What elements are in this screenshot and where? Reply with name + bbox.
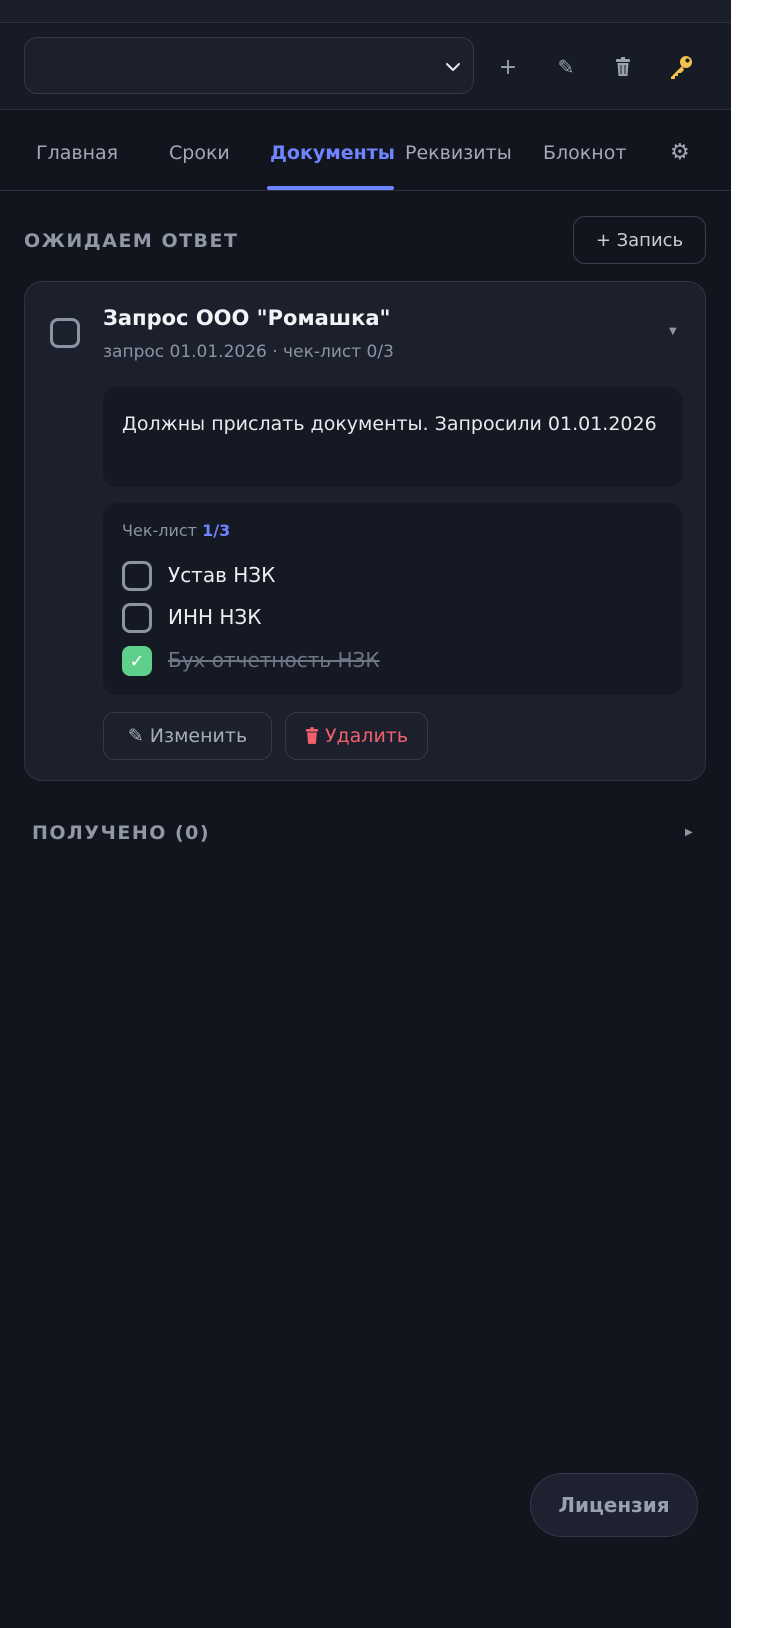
- checklist-item-label: ИНН НЗК: [168, 605, 262, 629]
- license-button[interactable]: Лицензия: [530, 1473, 698, 1537]
- delete-button[interactable]: Удалить: [285, 712, 428, 760]
- pencil-icon[interactable]: ✎: [552, 53, 580, 81]
- tab-main[interactable]: Главная: [36, 142, 118, 164]
- received-section-title[interactable]: ПОЛУЧЕНО (0): [32, 822, 210, 844]
- entity-select[interactable]: [24, 37, 474, 94]
- collapse-caret-icon[interactable]: ▼: [669, 326, 677, 337]
- toolbar: + ✎: [0, 23, 731, 110]
- scrollbar[interactable]: [731, 0, 758, 1628]
- checklist-label: Чек-лист: [122, 521, 197, 540]
- request-card: Запрос ООО "Ромашка" запрос 01.01.2026 ·…: [24, 281, 706, 781]
- app-window: + ✎ Главная Сроки Документы Реквизиты Бл…: [0, 0, 731, 1628]
- add-record-button[interactable]: + Запись: [573, 216, 706, 264]
- expand-caret-icon[interactable]: ▶: [685, 827, 693, 838]
- edit-button-label: Изменить: [149, 725, 248, 747]
- checklist-item-label: Устав НЗК: [168, 563, 276, 587]
- tab-documents[interactable]: Документы: [270, 142, 395, 164]
- pencil-icon: ✎: [127, 725, 144, 747]
- checklist-item-checkbox-checked[interactable]: ✓: [122, 646, 152, 676]
- delete-button-label: Удалить: [324, 725, 409, 747]
- request-note: Должны прислать документы. Запросили 01.…: [103, 387, 683, 487]
- checklist-header: Чек-лист 1/3: [122, 521, 230, 540]
- awaiting-section-title: ОЖИДАЕМ ОТВЕТ: [24, 230, 239, 252]
- tab-bar: Главная Сроки Документы Реквизиты Блокно…: [0, 110, 731, 191]
- checklist-item: Устав НЗК: [122, 561, 662, 591]
- chevron-down-icon: [446, 63, 460, 71]
- key-icon[interactable]: [667, 53, 695, 81]
- gear-icon[interactable]: ⚙: [670, 140, 690, 165]
- plus-icon[interactable]: +: [494, 53, 522, 81]
- edit-button[interactable]: ✎ Изменить: [103, 712, 272, 760]
- tab-requisites[interactable]: Реквизиты: [405, 142, 512, 164]
- checklist-count: 1/3: [202, 521, 231, 540]
- checklist-item-checkbox[interactable]: [122, 603, 152, 633]
- trash-icon[interactable]: [609, 53, 637, 81]
- request-title[interactable]: Запрос ООО "Ромашка": [103, 306, 390, 330]
- request-subtitle: запрос 01.01.2026 · чек-лист 0/3: [103, 342, 394, 362]
- trash-icon: [305, 727, 319, 744]
- top-strip: [0, 0, 731, 23]
- active-tab-indicator: [267, 186, 394, 190]
- checklist-item: ✓ Бух отчетность НЗК: [122, 646, 662, 676]
- tab-deadlines[interactable]: Сроки: [169, 142, 230, 164]
- checklist-item-checkbox[interactable]: [122, 561, 152, 591]
- tab-notepad[interactable]: Блокнот: [543, 142, 626, 164]
- checklist-item-label: Бух отчетность НЗК: [168, 648, 380, 672]
- request-complete-checkbox[interactable]: [50, 318, 80, 348]
- checklist-item: ИНН НЗК: [122, 603, 662, 633]
- checklist: Чек-лист 1/3 Устав НЗК ИНН НЗК ✓ Бух отч…: [103, 503, 683, 695]
